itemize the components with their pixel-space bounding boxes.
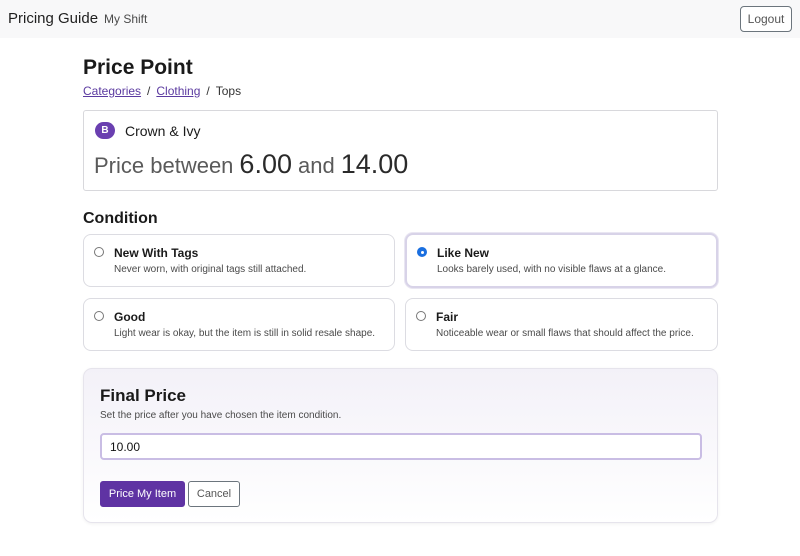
price-my-item-button[interactable]: Price My Item	[100, 481, 185, 507]
final-price-subtitle: Set the price after you have chosen the …	[100, 410, 342, 421]
price-range-prefix: Price between	[94, 153, 234, 178]
price-range-max: 14.00	[340, 149, 409, 179]
condition-option-fair[interactable]: Fair Noticeable wear or small flaws that…	[405, 298, 718, 351]
condition-option-like-new[interactable]: Like New Looks barely used, with no visi…	[405, 233, 718, 288]
breadcrumb-clothing[interactable]: Clothing	[156, 84, 200, 98]
condition-option-description: Looks barely used, with no visible flaws…	[437, 264, 667, 275]
condition-option-description: Never worn, with original tags still att…	[114, 264, 307, 275]
logout-button[interactable]: Logout	[740, 6, 792, 32]
nav-link-my-shift[interactable]: My Shift	[104, 12, 147, 26]
condition-option-description: Light wear is okay, but the item is stil…	[114, 328, 376, 339]
condition-heading: Condition	[83, 210, 158, 227]
breadcrumb-separator: /	[147, 84, 151, 98]
radio-button[interactable]	[94, 247, 104, 257]
cancel-button[interactable]: Cancel	[188, 481, 240, 507]
condition-option-title: New With Tags	[114, 246, 199, 260]
page-title: Price Point	[83, 56, 193, 79]
condition-option-good[interactable]: Good Light wear is okay, but the item is…	[83, 298, 395, 351]
brand-badge: B	[95, 122, 115, 139]
condition-option-title: Good	[114, 310, 146, 324]
final-price-card: Final Price Set the price after you have…	[83, 368, 718, 523]
final-price-title: Final Price	[100, 386, 186, 405]
breadcrumb: Categories / Clothing / Tops	[83, 84, 241, 98]
condition-option-new-with-tags[interactable]: New With Tags Never worn, with original …	[83, 234, 395, 287]
nav-brand[interactable]: Pricing Guide	[8, 10, 98, 27]
brand-name: Crown & Ivy	[125, 123, 201, 139]
condition-option-title: Fair	[436, 310, 459, 324]
breadcrumb-separator: /	[206, 84, 210, 98]
radio-button[interactable]	[94, 311, 104, 321]
breadcrumb-current: Tops	[215, 84, 242, 98]
navbar: Pricing Guide My Shift Logout	[0, 0, 800, 38]
price-range-conjunction: and	[297, 153, 335, 178]
radio-button-selected[interactable]	[417, 247, 427, 257]
price-range-min: 6.00	[239, 149, 292, 179]
radio-button[interactable]	[416, 311, 426, 321]
brand-card: B Crown & Ivy Price between 6.00 and 14.…	[83, 110, 718, 191]
condition-option-title: Like New	[437, 246, 490, 260]
price-range: Price between 6.00 and 14.00	[94, 149, 408, 180]
breadcrumb-categories[interactable]: Categories	[83, 84, 141, 98]
final-price-input[interactable]	[100, 433, 702, 460]
condition-option-description: Noticeable wear or small flaws that shou…	[436, 328, 694, 339]
